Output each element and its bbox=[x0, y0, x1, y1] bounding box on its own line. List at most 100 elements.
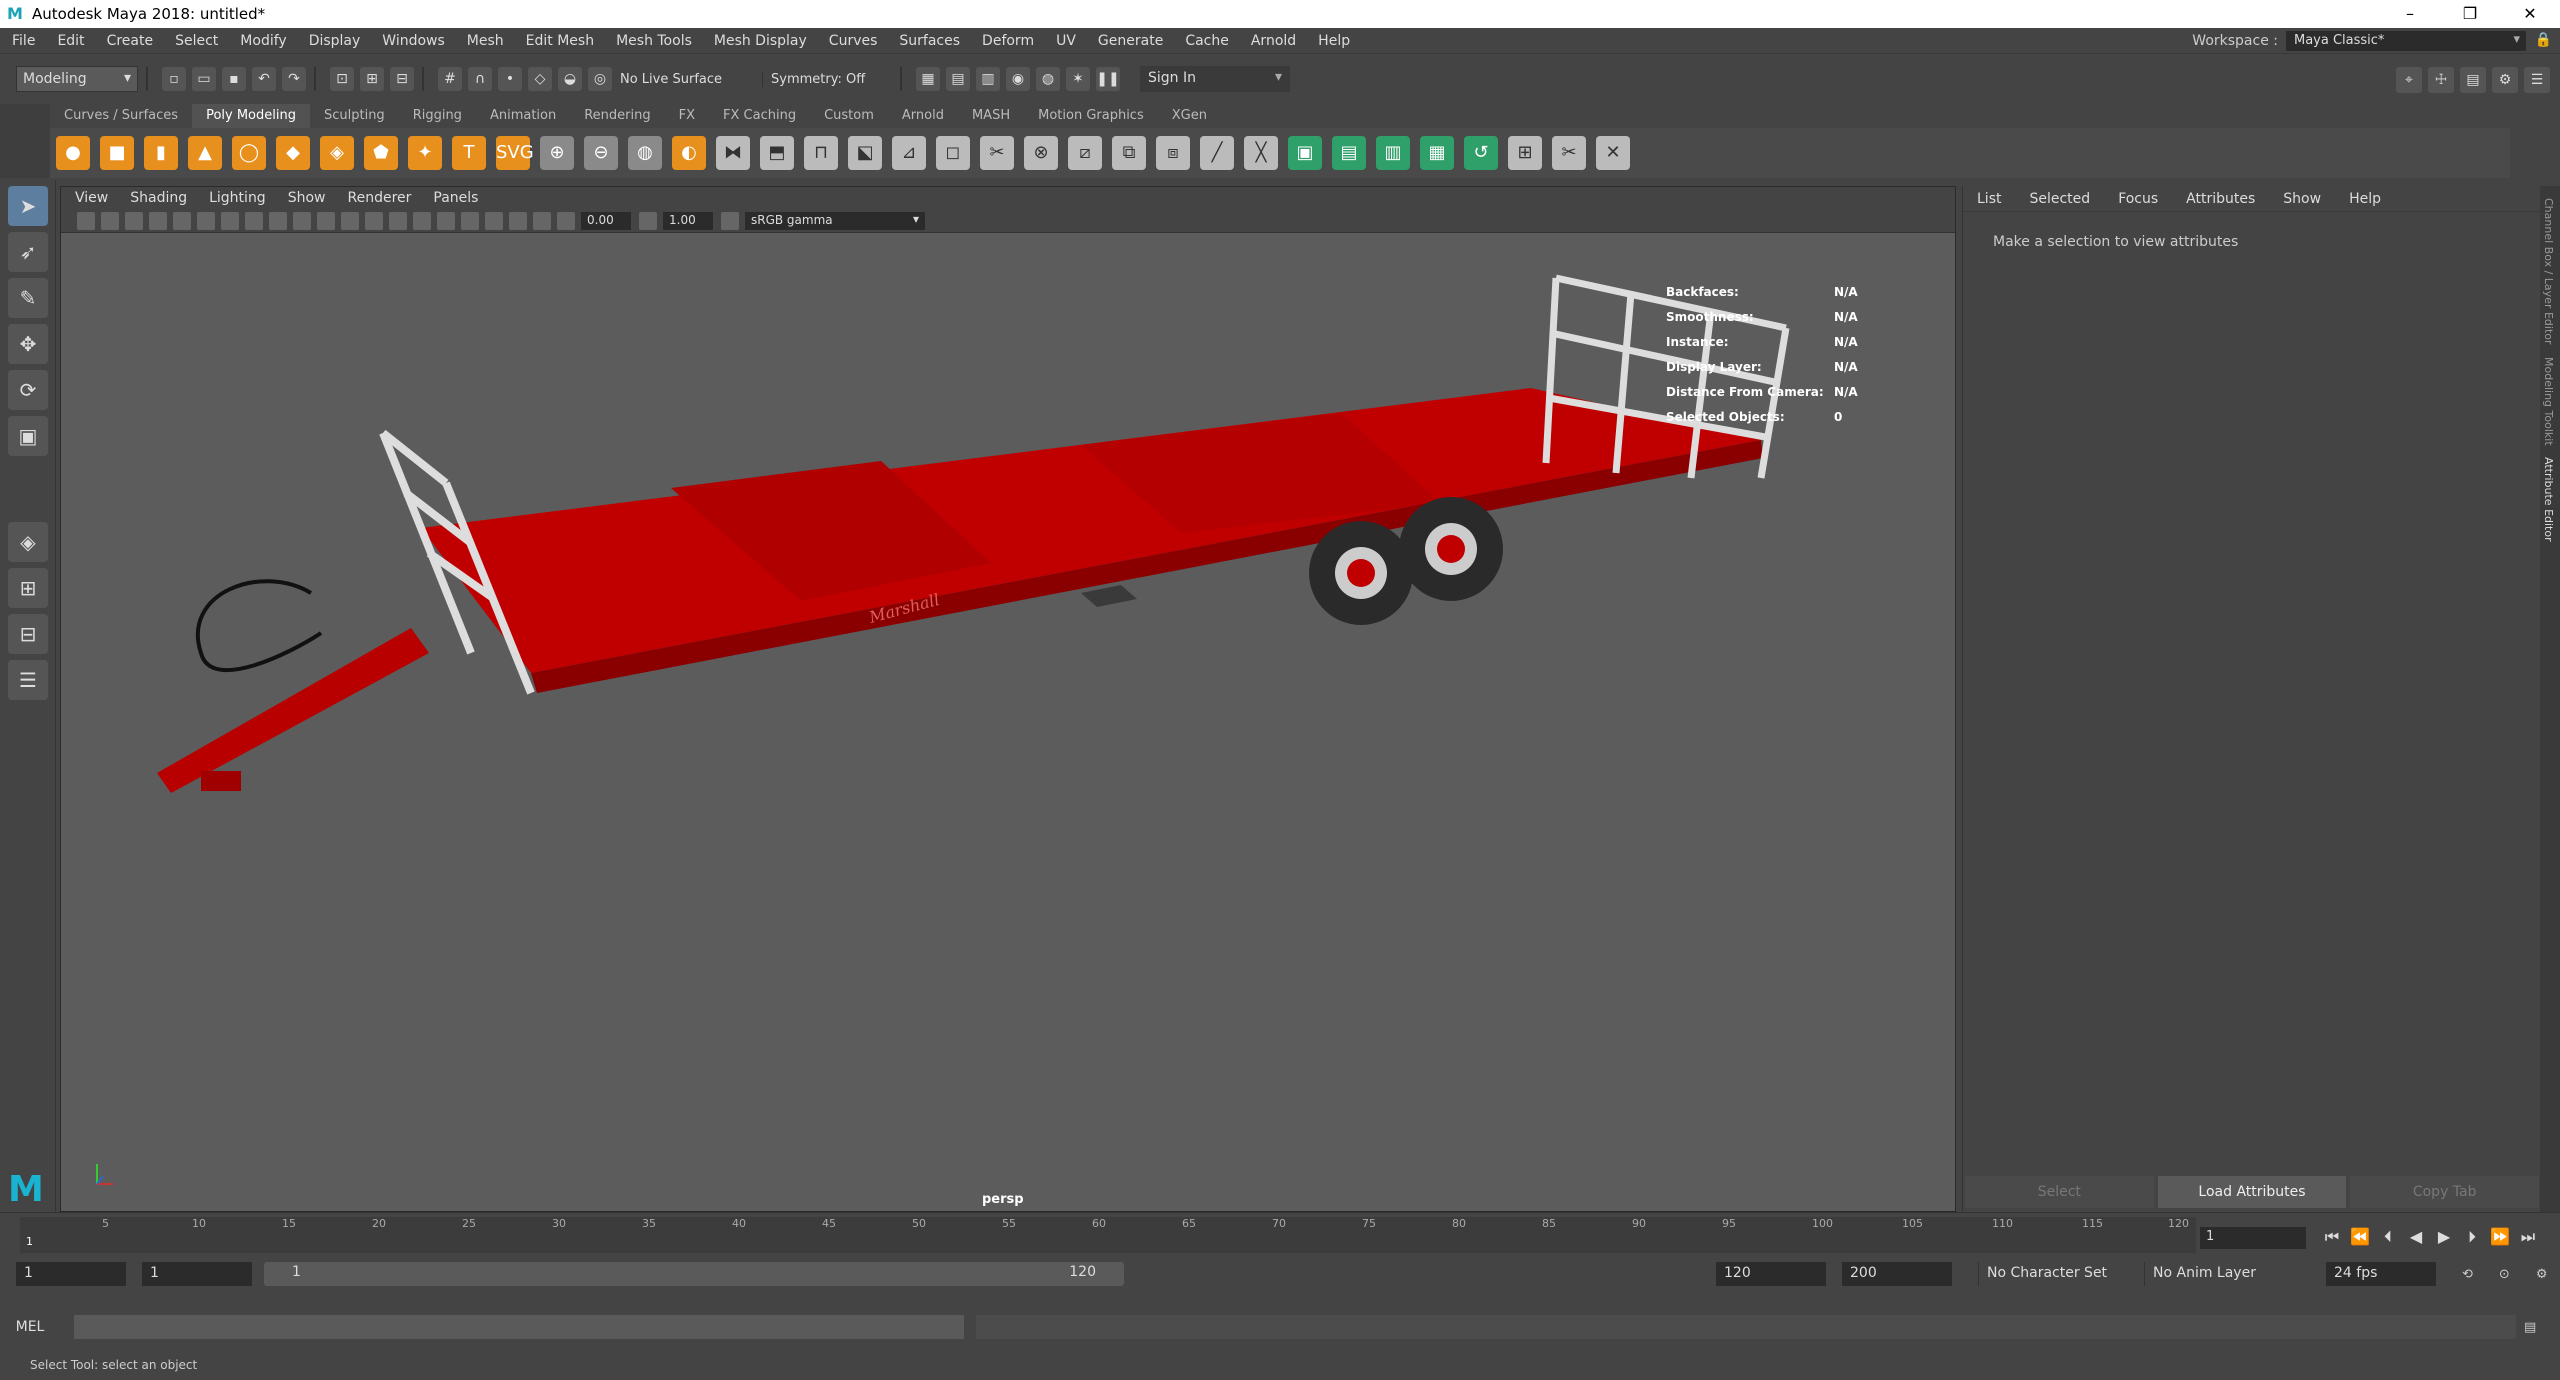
step-back-key-icon[interactable]: ⏪ bbox=[2346, 1227, 2374, 1247]
tab-sculpting[interactable]: Sculpting bbox=[310, 104, 399, 128]
ae-menu-list[interactable]: List bbox=[1977, 191, 2001, 207]
textured-icon[interactable] bbox=[389, 211, 407, 230]
uv-editor-icon[interactable]: ⊞ bbox=[1508, 136, 1542, 170]
open-scene-icon[interactable]: ▭ bbox=[192, 67, 216, 91]
tab-curves-surfaces[interactable]: Curves / Surfaces bbox=[50, 104, 192, 128]
menu-create[interactable]: Create bbox=[107, 33, 154, 49]
fps-select[interactable]: 24 fps bbox=[2326, 1262, 2436, 1286]
animation-end-field[interactable]: 200 bbox=[1842, 1262, 1952, 1286]
panel-menu-show[interactable]: Show bbox=[288, 190, 326, 206]
tab-animation[interactable]: Animation bbox=[476, 104, 570, 128]
select-component-icon[interactable]: ⊟ bbox=[390, 67, 414, 91]
shelf-options[interactable] bbox=[0, 104, 50, 178]
rotate-tool-icon[interactable]: ⟳ bbox=[8, 370, 48, 410]
isolate-select-icon[interactable] bbox=[509, 211, 527, 230]
tab-arnold[interactable]: Arnold bbox=[888, 104, 958, 128]
arnold-render-icon[interactable]: ✶ bbox=[1066, 67, 1090, 91]
play-forwards-icon[interactable]: ▶ bbox=[2430, 1227, 2458, 1247]
snap-grid-icon[interactable]: # bbox=[438, 67, 462, 91]
menu-mesh[interactable]: Mesh bbox=[467, 33, 504, 49]
color-management-icon[interactable] bbox=[721, 211, 739, 230]
menu-mesh-tools[interactable]: Mesh Tools bbox=[616, 33, 692, 49]
poly-cone-icon[interactable]: ▲ bbox=[188, 136, 222, 170]
step-forward-key-icon[interactable]: ⏩ bbox=[2486, 1227, 2514, 1247]
tab-custom[interactable]: Custom bbox=[810, 104, 888, 128]
save-scene-icon[interactable]: ▪ bbox=[222, 67, 246, 91]
render-settings-icon[interactable]: ◉ bbox=[1006, 67, 1030, 91]
tab-channel-box[interactable]: Channel Box / Layer Editor bbox=[2542, 198, 2555, 345]
tool-settings-icon[interactable]: ⚙ bbox=[2492, 67, 2518, 93]
connect-icon[interactable]: ⧄ bbox=[1068, 136, 1102, 170]
xray-icon[interactable] bbox=[533, 211, 551, 230]
bookmark-icon[interactable] bbox=[125, 211, 143, 230]
camera-attributes-icon[interactable] bbox=[101, 211, 119, 230]
exposure-icon[interactable] bbox=[557, 211, 575, 230]
two-view-layout-icon[interactable]: ⊟ bbox=[8, 614, 48, 654]
tab-rigging[interactable]: Rigging bbox=[399, 104, 476, 128]
menu-deform[interactable]: Deform bbox=[982, 33, 1034, 49]
four-view-layout-icon[interactable]: ⊞ bbox=[8, 568, 48, 608]
single-perspective-layout-icon[interactable]: ◈ bbox=[8, 522, 48, 562]
character-controls-icon[interactable]: ☩ bbox=[2428, 67, 2454, 93]
current-frame-field[interactable]: 1 bbox=[2200, 1227, 2306, 1249]
multi-cut-icon[interactable]: ✂ bbox=[980, 136, 1014, 170]
select-tool-icon[interactable]: ➤ bbox=[8, 186, 48, 226]
cut-uv-icon[interactable]: ✂ bbox=[1552, 136, 1586, 170]
anim-layer-select[interactable]: No Anim Layer bbox=[2144, 1262, 2284, 1286]
scale-tool-icon[interactable]: ▣ bbox=[8, 416, 48, 456]
symmetry-select[interactable]: Symmetry: Off bbox=[762, 71, 892, 87]
menu-surfaces[interactable]: Surfaces bbox=[899, 33, 960, 49]
gamma-icon[interactable] bbox=[639, 211, 657, 230]
extrude-icon[interactable]: ⬒ bbox=[760, 136, 794, 170]
menu-modify[interactable]: Modify bbox=[240, 33, 286, 49]
step-forward-frame-icon[interactable]: ⏵ bbox=[2458, 1227, 2486, 1247]
separate-icon[interactable]: ⊖ bbox=[584, 136, 618, 170]
tab-fx[interactable]: FX bbox=[665, 104, 709, 128]
panel-menu-lighting[interactable]: Lighting bbox=[209, 190, 266, 206]
poly-text-icon[interactable]: T bbox=[452, 136, 486, 170]
spherical-uv-icon[interactable]: ▥ bbox=[1376, 136, 1410, 170]
poly-sphere-icon[interactable]: ● bbox=[56, 136, 90, 170]
menu-generate[interactable]: Generate bbox=[1098, 33, 1163, 49]
menu-edit-mesh[interactable]: Edit Mesh bbox=[526, 33, 594, 49]
tab-rendering[interactable]: Rendering bbox=[570, 104, 664, 128]
copy-tab-button[interactable]: Copy Tab bbox=[2350, 1176, 2540, 1208]
range-slider-bar[interactable]: 1 120 bbox=[264, 1262, 1124, 1286]
ae-menu-focus[interactable]: Focus bbox=[2118, 191, 2158, 207]
tab-mash[interactable]: MASH bbox=[958, 104, 1024, 128]
3d-scene[interactable]: Marshall Backfaces: N/A Smoothness: N/A In… bbox=[61, 233, 1957, 1213]
gamma-field[interactable]: 1.00 bbox=[663, 211, 713, 230]
panel-menu-renderer[interactable]: Renderer bbox=[347, 190, 411, 206]
insert-edge-icon[interactable]: ╱ bbox=[1200, 136, 1234, 170]
tab-motion-graphics[interactable]: Motion Graphics bbox=[1024, 104, 1158, 128]
menu-cache[interactable]: Cache bbox=[1185, 33, 1229, 49]
animation-prefs-icon[interactable]: ⚙ bbox=[2536, 1267, 2548, 1282]
combine-icon[interactable]: ⊕ bbox=[540, 136, 574, 170]
menu-arnold[interactable]: Arnold bbox=[1251, 33, 1296, 49]
tab-fx-caching[interactable]: FX Caching bbox=[709, 104, 810, 128]
select-button[interactable]: Select bbox=[1965, 1176, 2154, 1208]
snap-point-icon[interactable]: • bbox=[498, 67, 522, 91]
select-hierarchy-icon[interactable]: ⊡ bbox=[330, 67, 354, 91]
panel-menu-view[interactable]: View bbox=[75, 190, 108, 206]
step-back-frame-icon[interactable]: ⏴ bbox=[2374, 1227, 2402, 1247]
panel-menu-shading[interactable]: Shading bbox=[130, 190, 187, 206]
ae-menu-attributes[interactable]: Attributes bbox=[2186, 191, 2255, 207]
target-weld-icon[interactable]: ⊗ bbox=[1024, 136, 1058, 170]
superellipse-icon[interactable]: ✦ bbox=[408, 136, 442, 170]
render-current-icon[interactable]: ▤ bbox=[946, 67, 970, 91]
paint-select-tool-icon[interactable]: ✎ bbox=[8, 278, 48, 318]
ae-menu-selected[interactable]: Selected bbox=[2029, 191, 2090, 207]
playback-start-field[interactable]: 1 bbox=[142, 1262, 252, 1286]
shadows-icon[interactable] bbox=[437, 211, 455, 230]
quad-draw-icon[interactable]: ⧉ bbox=[1112, 136, 1146, 170]
command-input[interactable] bbox=[74, 1315, 964, 1339]
menu-mesh-display[interactable]: Mesh Display bbox=[714, 33, 807, 49]
render-view-icon[interactable]: ▦ bbox=[916, 67, 940, 91]
outliner-layout-icon[interactable]: ☰ bbox=[8, 660, 48, 700]
minimize-button[interactable]: – bbox=[2380, 0, 2440, 28]
unfold-uv-icon[interactable]: ↺ bbox=[1464, 136, 1498, 170]
sign-in-button[interactable]: Sign In bbox=[1140, 66, 1290, 92]
menu-help[interactable]: Help bbox=[1318, 33, 1350, 49]
snap-view-icon[interactable]: ◇ bbox=[528, 67, 552, 91]
